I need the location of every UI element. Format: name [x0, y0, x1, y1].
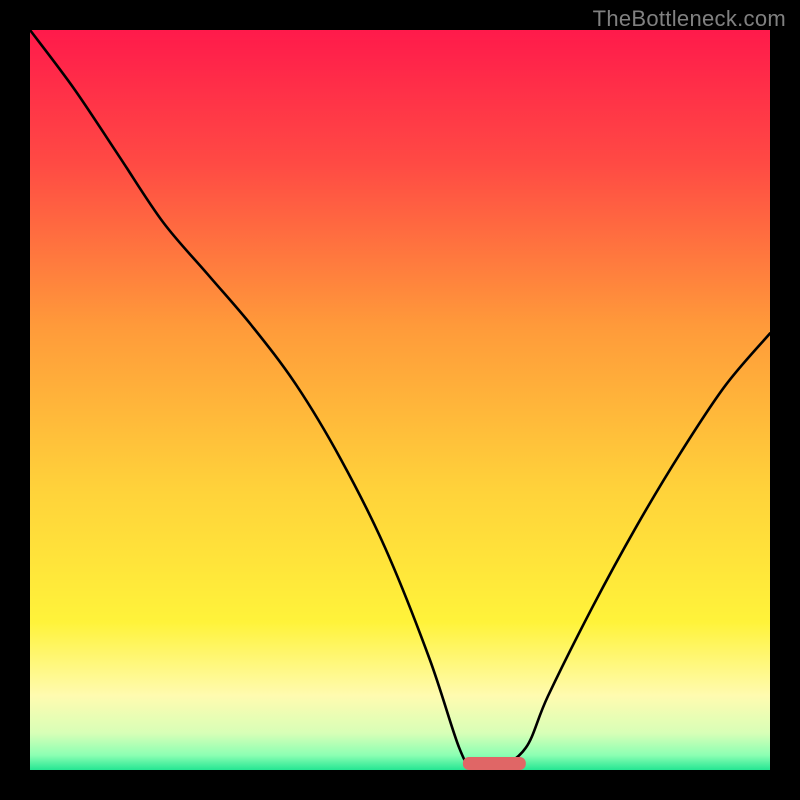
bottleneck-chart-frame: TheBottleneck.com	[0, 0, 800, 800]
watermark-text: TheBottleneck.com	[593, 6, 786, 32]
chart-gradient-background	[30, 30, 770, 770]
optimum-marker	[463, 757, 526, 770]
bottleneck-curve-chart	[0, 0, 800, 800]
